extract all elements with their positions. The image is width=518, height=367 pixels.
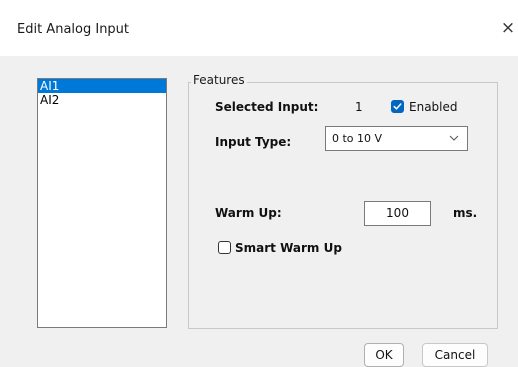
list-item-ai1[interactable]: AI1 [38, 79, 166, 93]
title-bar[interactable]: Edit Analog Input × [0, 0, 518, 56]
edit-analog-input-dialog: Edit Analog Input × AI1 AI2 Features Sel… [0, 0, 518, 367]
ok-button[interactable]: OK [364, 343, 404, 367]
window-title: Edit Analog Input [17, 22, 130, 37]
features-group-label: Features [191, 73, 247, 87]
smart-warm-up-label[interactable]: Smart Warm Up [235, 241, 342, 255]
input-type-value: 0 to 10 V [332, 132, 383, 145]
enabled-label[interactable]: Enabled [409, 100, 458, 114]
input-type-select[interactable]: 0 to 10 V [325, 126, 468, 151]
warm-up-unit: ms. [453, 206, 478, 220]
cancel-button[interactable]: Cancel [422, 343, 488, 367]
smart-warm-up-checkbox[interactable] [218, 241, 231, 254]
selected-input-label: Selected Input: [215, 100, 319, 114]
analog-input-list[interactable]: AI1 AI2 [37, 78, 167, 328]
warm-up-label: Warm Up: [215, 206, 282, 220]
enabled-checkbox[interactable] [391, 100, 404, 113]
close-icon[interactable]: × [498, 17, 518, 39]
chevron-down-icon [449, 135, 459, 141]
warm-up-input[interactable]: 100 [364, 201, 431, 226]
list-item-ai2[interactable]: AI2 [38, 93, 166, 107]
checkmark-icon [393, 103, 402, 110]
input-type-label: Input Type: [215, 135, 292, 149]
selected-input-value: 1 [355, 100, 363, 114]
